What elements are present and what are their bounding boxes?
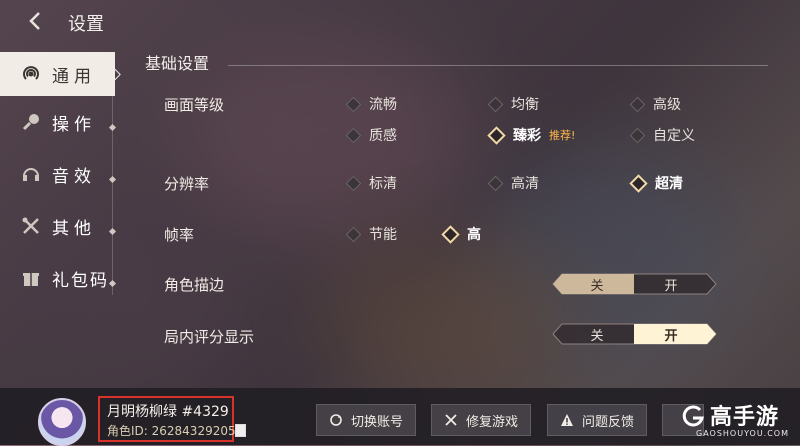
diamond-radio-icon <box>629 127 646 143</box>
feedback-button[interactable]: 问题反馈 <box>547 404 647 436</box>
refresh-icon <box>329 413 343 427</box>
top-bar: 设置 <box>0 0 800 44</box>
diamond-radio-icon <box>345 226 362 242</box>
sidebar-item-general[interactable]: 通用 <box>0 52 115 96</box>
diamond-radio-icon <box>345 127 362 143</box>
tools-icon <box>20 215 42 237</box>
signal-icon <box>20 63 42 85</box>
sidebar: 通用 操作 音效 其他 礼包码 <box>0 52 120 304</box>
quality-option-texture[interactable]: 质感 <box>345 125 397 145</box>
watermark-logo: 高手游 GAOSHOUYOU.COM <box>676 397 796 445</box>
resolution-label: 分辨率 <box>164 175 210 193</box>
section-divider <box>228 65 768 66</box>
resolution-option-hd[interactable]: 高清 <box>487 173 539 193</box>
copy-icon[interactable] <box>235 424 246 437</box>
resolution-option-uhd[interactable]: 超清 <box>629 173 683 193</box>
outline-label: 角色描边 <box>164 276 225 294</box>
watermark-name: 高手游 <box>710 405 780 430</box>
sidebar-item-sound[interactable]: 音效 <box>0 148 120 200</box>
diamond-radio-icon <box>487 96 504 112</box>
diamond-radio-selected-icon <box>441 224 460 244</box>
sidebar-item-label: 礼包码 <box>52 270 109 291</box>
sidebar-item-controls[interactable]: 操作 <box>0 96 120 148</box>
framerate-option-eco[interactable]: 节能 <box>345 224 397 244</box>
outline-off-option[interactable]: 关 <box>562 275 632 294</box>
sidebar-item-label: 其他 <box>52 218 96 239</box>
page-title: 设置 <box>68 14 104 35</box>
sidebar-item-other[interactable]: 其他 <box>0 200 120 252</box>
outline-on-option[interactable]: 开 <box>636 275 706 294</box>
user-id: 角色ID: 26284329205 <box>107 424 236 438</box>
section-title: 基础设置 <box>145 54 210 73</box>
quality-label: 画面等级 <box>164 96 225 114</box>
watermark-url: GAOSHOUYOU.COM <box>696 429 790 438</box>
resolution-option-sd[interactable]: 标清 <box>345 173 397 193</box>
switch-account-button[interactable]: 切换账号 <box>316 404 416 436</box>
diamond-radio-selected-icon <box>629 173 648 193</box>
wrench-icon <box>444 413 458 427</box>
username: 月明杨柳绿 #4329 <box>107 404 229 420</box>
score-display-off-option[interactable]: 关 <box>562 325 632 344</box>
diamond-radio-selected-icon <box>487 125 506 145</box>
score-display-on-option[interactable]: 开 <box>636 325 706 344</box>
quality-option-custom[interactable]: 自定义 <box>629 125 695 145</box>
headphones-icon <box>20 163 42 185</box>
sidebar-item-label: 操作 <box>52 114 96 135</box>
back-arrow-icon[interactable] <box>24 9 48 33</box>
recommended-badge: 推荐! <box>549 129 576 142</box>
framerate-label: 帧率 <box>164 226 195 244</box>
score-display-label: 局内评分显示 <box>164 328 255 346</box>
quality-option-ultimate[interactable]: 臻彩 推荐! <box>487 125 576 145</box>
quality-option-high[interactable]: 高级 <box>629 94 681 114</box>
avatar[interactable] <box>38 398 86 446</box>
sidebar-item-label: 音效 <box>52 166 96 187</box>
warning-icon <box>560 413 574 427</box>
sidebar-item-gift-code[interactable]: 礼包码 <box>0 252 120 304</box>
score-display-toggle[interactable]: 关 开 <box>552 323 717 345</box>
diamond-radio-icon <box>345 96 362 112</box>
framerate-option-high[interactable]: 高 <box>441 224 481 244</box>
repair-game-button[interactable]: 修复游戏 <box>431 404 531 436</box>
quality-option-smooth[interactable]: 流畅 <box>345 94 397 114</box>
diamond-radio-icon <box>345 175 362 191</box>
diamond-radio-icon <box>487 175 504 191</box>
outline-toggle[interactable]: 关 开 <box>552 273 717 295</box>
controller-icon <box>20 111 42 133</box>
diamond-radio-icon <box>629 96 646 112</box>
watermark-g-icon <box>682 405 704 427</box>
gift-icon <box>20 267 42 289</box>
quality-option-balanced[interactable]: 均衡 <box>487 94 539 114</box>
sidebar-item-label: 通用 <box>52 66 96 87</box>
